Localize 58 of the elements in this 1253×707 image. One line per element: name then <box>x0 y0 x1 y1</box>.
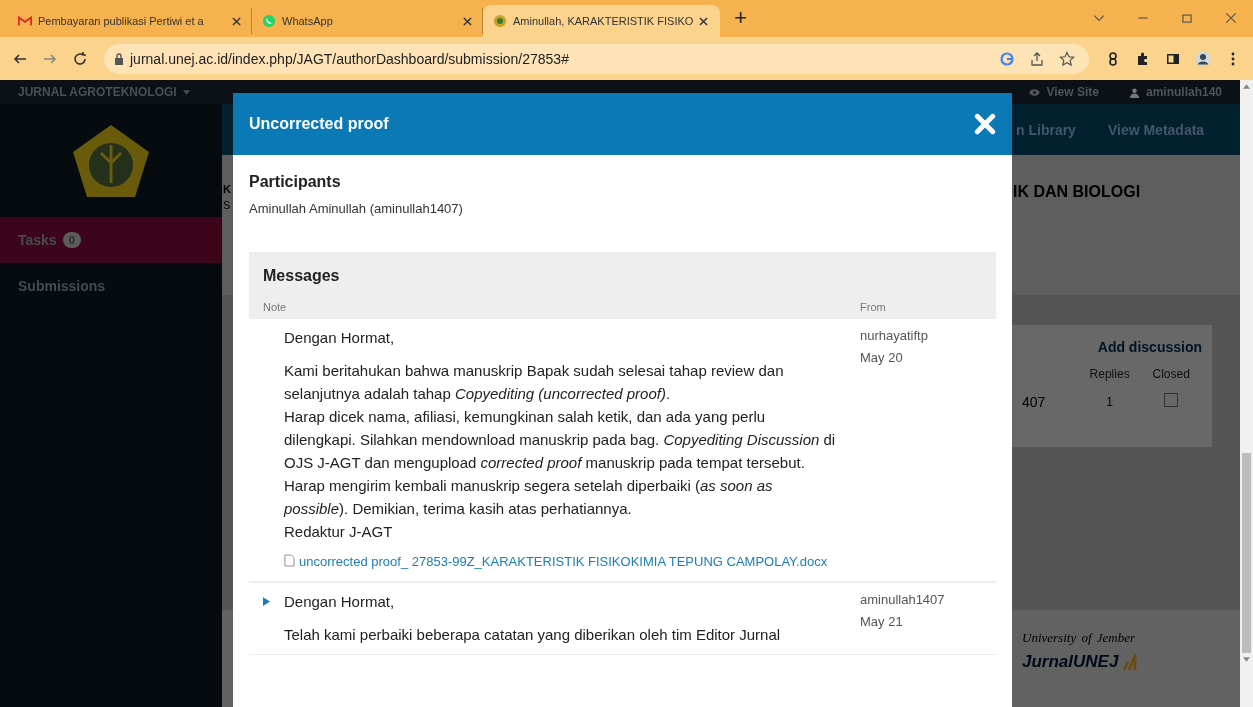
scroll-up-icon[interactable] <box>1243 84 1250 89</box>
message-date: May 21 <box>860 613 904 631</box>
file-icon <box>284 554 295 567</box>
message-greeting: Dengan Hormat, <box>284 592 395 610</box>
browser-tab[interactable]: Pembayaran publikasi Pertiwi et a <box>8 8 252 34</box>
column-header: From <box>860 301 887 313</box>
university-wordmark: University of Jember <box>1022 630 1137 646</box>
address-bar[interactable]: jurnal.unej.ac.id/index.php/JAGT/authorDashboard/submission/27853# <box>104 43 1089 74</box>
expand-arrow-icon[interactable] <box>263 596 270 606</box>
scrollbar-thumb[interactable] <box>1242 453 1251 653</box>
reload-icon[interactable] <box>72 50 88 67</box>
caret-icon[interactable] <box>182 89 190 95</box>
journal-name-menu[interactable]: JURNAL AGROTEKNOLOGI <box>18 85 190 99</box>
profile-avatar-icon[interactable] <box>1195 50 1211 67</box>
closed-checkbox[interactable] <box>1164 393 1179 407</box>
section-heading: Participants <box>249 173 342 191</box>
star-icon[interactable] <box>1059 50 1075 67</box>
scroll-down-icon[interactable] <box>1243 657 1250 662</box>
new-tab-button[interactable]: + <box>734 5 748 31</box>
mail-icon <box>18 14 32 28</box>
submission-title-fragment: S <box>223 199 232 211</box>
user-icon <box>1128 86 1140 98</box>
close-icon[interactable] <box>463 16 472 26</box>
message-author: nurhayatiftp <box>860 327 929 345</box>
close-icon[interactable] <box>699 16 709 26</box>
journal-wordmark: JurnalUNEJ <box>1022 652 1119 672</box>
participant-list: Aminullah Aminullah (aminullah1407) <box>249 201 996 216</box>
close-icon[interactable] <box>1224 11 1238 25</box>
column-header: Note <box>263 301 288 313</box>
browser-tab[interactable]: Aminullah, KARAKTERISTIK FISIKO <box>483 5 721 37</box>
restore-icon[interactable] <box>1180 11 1194 25</box>
chat-icon <box>262 14 276 28</box>
column-header: Replies <box>1088 367 1131 381</box>
add-discussion-link[interactable]: Add discussion <box>1022 339 1202 355</box>
table-cell-text: 407 <box>1022 393 1047 410</box>
message-greeting: Dengan Hormat, <box>284 328 395 346</box>
close-icon[interactable] <box>232 16 241 26</box>
column-header: Closed <box>1151 367 1191 381</box>
section-heading: Messages <box>262 266 341 286</box>
emblem-icon <box>493 14 507 28</box>
message-body: Telah kami perbaiki beberapa catatan yang diberikan oleh tim Editor Jurnal <box>284 625 782 645</box>
top-link[interactable]: aminullah140 <box>1128 85 1222 99</box>
submission-title-fragment: K <box>223 183 232 195</box>
message-date: May 20 <box>860 349 904 367</box>
message-body: Kami beritahukan bahwa manuskrip Bapak sudah selesai tahap review dan selanjutnya adalah tahap Copyediting (uncorrected proof). Harap dicek nama, afiliasi, kemungkinan salah ketik, dan ada yang perlu dilengkapi. Silahkan mendownload manuskrip pada bag. Copyediting Discussion di OJS J-AGT dan mengupload corrected proof manuskrip pada tempat tersebut. Harap mengirim kembali manuskrip segera setelah diperbaiki (as soon as possible). Demikian, terima kasih atas perhatiannya. Redaktur J-AGT <box>284 361 837 542</box>
eye-icon <box>1029 86 1041 98</box>
attachment-link[interactable]: uncorrected proof_ 27853-99Z_KARAKTERISTIK FISIKOKIMIA TEPUNG CAMPOLAY.docx <box>299 551 828 573</box>
table-cell-text: 1 <box>1105 394 1114 409</box>
share-icon[interactable] <box>1029 50 1045 67</box>
sidebar-item[interactable]: Submissions <box>0 263 222 309</box>
top-link[interactable]: View Site <box>1029 85 1099 99</box>
nav-link[interactable]: n Library <box>1016 121 1076 138</box>
submission-title: IK DAN BIOLOGI <box>1013 183 1141 201</box>
dialog-title: Uncorrected proof <box>249 115 390 133</box>
lock-icon <box>114 52 124 65</box>
nav-link[interactable]: View Metadata <box>1107 121 1205 138</box>
message-author: aminullah1407 <box>860 591 946 609</box>
university-emblem-icon <box>71 122 151 199</box>
